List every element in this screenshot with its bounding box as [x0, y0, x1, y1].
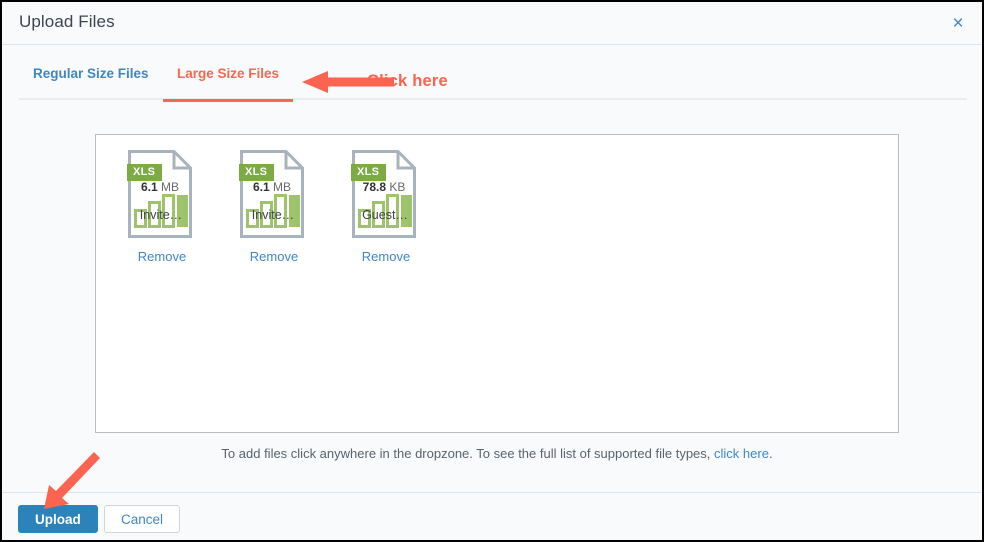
file-card: XLS 6.1 MB Invite… Remove — [106, 145, 218, 264]
file-name: Invite… — [251, 208, 295, 222]
remove-file-link[interactable]: Remove — [362, 249, 410, 264]
file-size: 78.8 KB — [362, 180, 406, 194]
uploaded-file-list: XLS 6.1 MB Invite… Remove XLS 6.1 MB Inv… — [106, 145, 442, 264]
dropzone-hint: To add files click anywhere in the dropz… — [95, 446, 899, 461]
supported-file-types-link[interactable]: click here — [714, 446, 769, 461]
dialog-footer: Upload Cancel — [2, 493, 982, 540]
upload-files-dialog: Upload Files × Regular Size Files Large … — [2, 2, 982, 540]
dropzone-hint-text: To add files click anywhere in the dropz… — [221, 446, 715, 461]
page-title: Upload Files — [19, 12, 115, 31]
tab-regular-size-files[interactable]: Regular Size Files — [19, 64, 163, 100]
cancel-button[interactable]: Cancel — [104, 505, 181, 533]
file-type-badge: XLS — [351, 164, 387, 181]
xls-file-icon: XLS 78.8 KB Guest… — [350, 148, 422, 240]
screenshot-root: Upload Files × Regular Size Files Large … — [0, 0, 984, 542]
file-size: 6.1 MB — [252, 180, 292, 194]
close-icon[interactable]: × — [945, 10, 971, 36]
xls-file-icon: XLS 6.1 MB Invite… — [238, 148, 310, 240]
dropzone-hint-suffix: . — [768, 446, 773, 461]
file-type-badge: XLS — [239, 164, 275, 181]
file-name: Guest… — [362, 208, 408, 222]
file-card: XLS 78.8 KB Guest… Remove — [330, 145, 442, 264]
dialog-header: Upload Files × — [2, 2, 982, 45]
file-dropzone[interactable]: XLS 6.1 MB Invite… Remove XLS 6.1 MB Inv… — [95, 134, 899, 433]
tab-large-size-files[interactable]: Large Size Files — [163, 64, 294, 102]
file-size: 6.1 MB — [140, 180, 180, 194]
xls-file-icon: XLS 6.1 MB Invite… — [126, 148, 198, 240]
file-name: Invite… — [139, 208, 183, 222]
tab-bar: Regular Size Files Large Size Files — [19, 64, 967, 102]
file-card: XLS 6.1 MB Invite… Remove — [218, 145, 330, 264]
file-type-badge: XLS — [127, 164, 163, 181]
remove-file-link[interactable]: Remove — [250, 249, 298, 264]
remove-file-link[interactable]: Remove — [138, 249, 186, 264]
upload-button[interactable]: Upload — [18, 505, 98, 533]
